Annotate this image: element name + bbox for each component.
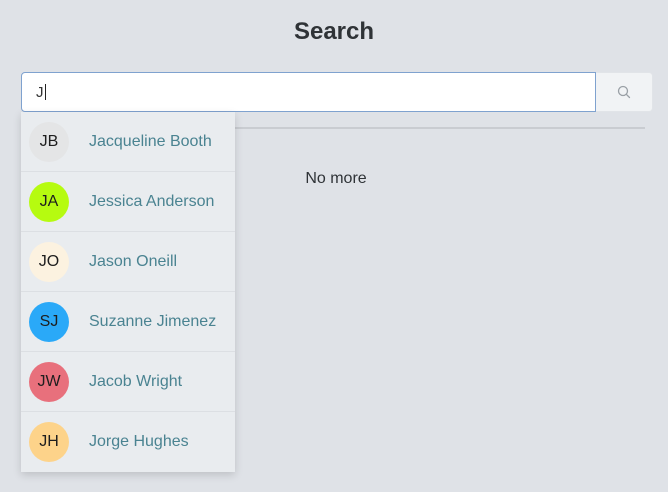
- avatar-initials: JW: [37, 372, 61, 390]
- search-input[interactable]: J: [21, 72, 596, 112]
- avatar: JB: [29, 121, 69, 162]
- search-button[interactable]: [596, 72, 653, 112]
- suggestion-name: Jessica Anderson: [89, 192, 215, 210]
- suggestion-name: Suzanne Jimenez: [89, 312, 217, 330]
- avatar: JO: [29, 241, 69, 282]
- search-input-value: J: [36, 83, 44, 101]
- avatar: JW: [29, 361, 69, 402]
- suggestion-item[interactable]: JW Jacob Wright: [21, 352, 235, 412]
- avatar-initials: JO: [38, 252, 60, 270]
- suggestion-name: Jacob Wright: [89, 372, 183, 390]
- avatar-initials: JA: [39, 192, 59, 210]
- page-title: Search: [293, 18, 375, 45]
- suggestion-item[interactable]: JA Jessica Anderson: [21, 172, 235, 232]
- suggestions-dropdown: JB Jacqueline Booth JA Jessica Anderson …: [21, 112, 235, 472]
- avatar: JH: [29, 422, 69, 462]
- avatar-initials: JH: [39, 433, 59, 450]
- avatar-initials: JB: [39, 132, 59, 150]
- suggestion-item[interactable]: JO Jason Oneill: [21, 232, 235, 292]
- suggestion-name: Jacqueline Booth: [89, 132, 212, 150]
- suggestion-item[interactable]: SJ Suzanne Jimenez: [21, 292, 235, 352]
- suggestion-item[interactable]: JH Jorge Hughes: [21, 412, 235, 472]
- no-more-text: No more: [305, 170, 367, 187]
- results-divider: [235, 127, 645, 129]
- suggestion-item[interactable]: JB Jacqueline Booth: [21, 112, 235, 172]
- suggestion-name: Jorge Hughes: [89, 433, 189, 450]
- text-caret: [44, 84, 46, 100]
- avatar-initials: SJ: [39, 312, 59, 330]
- avatar: SJ: [29, 301, 69, 342]
- suggestion-name: Jason Oneill: [89, 252, 178, 270]
- avatar: JA: [29, 181, 69, 222]
- search-icon: [617, 85, 631, 99]
